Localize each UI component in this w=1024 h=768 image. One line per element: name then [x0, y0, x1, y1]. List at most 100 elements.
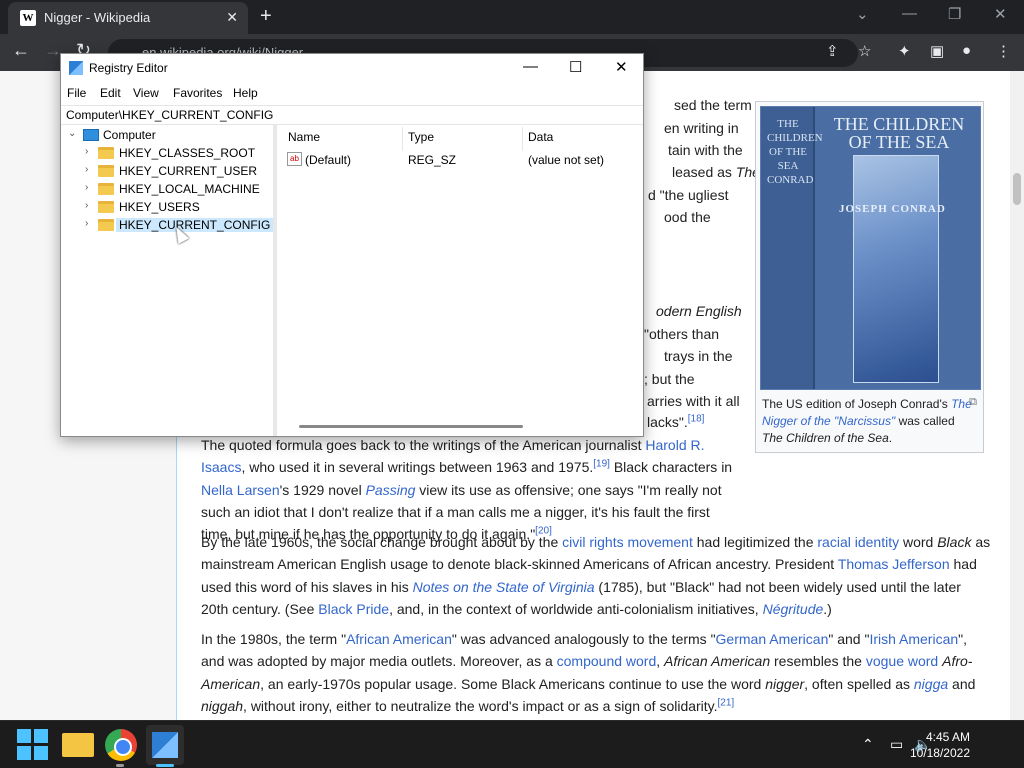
tree-item-computer[interactable]: ⌄ Computer [61, 126, 273, 144]
minimize-icon[interactable]: — [902, 5, 917, 22]
link-compound-word[interactable]: compound word [557, 653, 657, 669]
start-windows-icon[interactable] [17, 729, 49, 761]
regedit-titlebar[interactable]: Registry Editor — ☐ ✕ [61, 54, 643, 82]
text-fragment: en writing in [664, 120, 739, 136]
link-racial-identity[interactable]: racial identity [817, 534, 899, 550]
menu-file[interactable]: File [67, 86, 86, 100]
page-scrollbar[interactable] [1010, 71, 1024, 720]
link-black-pride[interactable]: Black Pride [318, 601, 389, 617]
expand-chevron-icon[interactable]: › [85, 146, 88, 157]
expand-chevron-icon[interactable]: › [85, 182, 88, 193]
link-german-american[interactable]: German American [716, 631, 829, 647]
share-icon[interactable]: ⇪ [826, 42, 839, 60]
values-horizontal-scrollbar[interactable] [299, 425, 523, 428]
file-explorer-icon[interactable] [62, 733, 94, 757]
back-icon[interactable]: ← [12, 40, 30, 61]
tab-close-icon[interactable]: ✕ [226, 9, 238, 26]
link-irish-american[interactable]: Irish American [869, 631, 958, 647]
tree-item-hkcr[interactable]: › HKEY_CLASSES_ROOT [61, 144, 273, 162]
registry-tree-pane: ⌄ Computer › HKEY_CLASSES_ROOT › HKEY_CU… [61, 125, 277, 436]
link-thomas-jefferson[interactable]: Thomas Jefferson [838, 556, 950, 572]
cover-title: THE CHILDREN OF THE SEA [833, 114, 965, 152]
regedit-maximize-icon[interactable]: ☐ [569, 58, 582, 76]
book-cover-image[interactable]: THE CHILDREN OF THE SEA CONRAD THE CHILD… [760, 106, 981, 390]
tab-title: Nigger - Wikipedia [44, 10, 151, 25]
text-fragment: leased as The [672, 164, 760, 180]
page-scrollbar-thumb[interactable] [1013, 173, 1021, 205]
regedit-close-icon[interactable]: ✕ [615, 58, 628, 76]
expand-chevron-icon[interactable]: › [85, 164, 88, 175]
citation-19[interactable]: [19] [593, 459, 610, 470]
registry-values-pane: Name Type Data ab (Default) REG_SZ (valu… [281, 125, 643, 436]
link-african-american[interactable]: African American [346, 631, 452, 647]
tree-item-hkcu[interactable]: › HKEY_CURRENT_USER [61, 162, 273, 180]
menu-help[interactable]: Help [233, 86, 258, 100]
cover-author: JOSEPH CONRAD [839, 203, 946, 215]
chrome-icon[interactable] [105, 729, 137, 761]
paragraph-quoted-formula: The quoted formula goes back to the writ… [201, 437, 733, 543]
active-indicator [156, 764, 174, 767]
text-fragment: trays in the [664, 348, 733, 364]
expand-chevron-icon[interactable]: › [85, 200, 88, 211]
link-negritude[interactable]: Négritude [763, 601, 824, 617]
column-separator[interactable] [522, 127, 523, 151]
tab-search-chevron-icon[interactable]: ⌄ [856, 5, 869, 23]
show-hidden-icons-chevron-icon[interactable]: ⌃ [862, 736, 874, 753]
spine-text: THE CHILDREN OF THE SEA CONRAD [767, 118, 823, 186]
tree-item-hku[interactable]: › HKEY_USERS [61, 198, 273, 216]
menu-kebab-icon[interactable]: ⋮ [996, 42, 1011, 60]
modern-english-link[interactable]: odern English [656, 303, 742, 319]
enlarge-icon[interactable]: ⧉ [969, 396, 977, 409]
book-spine: THE CHILDREN OF THE SEA CONRAD [761, 107, 823, 389]
image-caption: The US edition of Joseph Conrad's The Ni… [762, 397, 972, 445]
text-fragment: ood the [664, 209, 711, 225]
bookmark-star-icon[interactable]: ☆ [858, 42, 871, 60]
link-civil-rights-movement[interactable]: civil rights movement [562, 534, 693, 550]
citation-18[interactable]: [18] [688, 413, 705, 424]
computer-icon [83, 129, 99, 141]
ship-illustration [853, 155, 939, 383]
tree-item-hkcc[interactable]: › HKEY_CURRENT_CONFIG [61, 216, 274, 234]
column-header-name[interactable]: Name [288, 130, 320, 144]
regedit-title: Registry Editor [89, 61, 168, 75]
network-icon[interactable]: ▭ [890, 736, 903, 753]
column-separator[interactable] [402, 127, 403, 151]
running-indicator [116, 764, 124, 767]
text-fragment: d "the ugliest [648, 187, 729, 203]
collapse-chevron-icon[interactable]: ⌄ [68, 128, 76, 139]
registry-editor-taskbar-icon[interactable] [152, 732, 178, 758]
text-fragment: tain with the [668, 142, 743, 158]
profile-icon[interactable]: ● [962, 42, 971, 59]
value-type-cell: REG_SZ [408, 153, 457, 167]
close-window-icon[interactable]: ✕ [994, 5, 1007, 23]
tree-item-hklm[interactable]: › HKEY_LOCAL_MACHINE [61, 180, 273, 198]
regedit-address-bar[interactable]: Computer\HKEY_CURRENT_CONFIG [61, 105, 643, 125]
value-data-cell: (value not set) [528, 153, 605, 167]
link-notes-virginia[interactable]: Notes on the State of Virginia [413, 579, 595, 595]
menu-view[interactable]: View [133, 86, 159, 100]
infobox-image: THE CHILDREN OF THE SEA CONRAD THE CHILD… [755, 101, 984, 453]
extensions-puzzle-icon[interactable]: ✦ [898, 42, 911, 60]
new-tab-icon[interactable]: + [260, 5, 272, 28]
link-passing[interactable]: Passing [366, 482, 416, 498]
value-name-cell[interactable]: (Default) [305, 153, 351, 167]
expand-chevron-icon[interactable]: › [85, 218, 88, 229]
text-fragment: ; but the [644, 371, 695, 387]
side-panel-icon[interactable]: ▣ [930, 42, 944, 60]
wikipedia-favicon-icon: W [20, 10, 36, 26]
system-clock[interactable]: 4:45 AM 10/18/2022 [910, 729, 970, 761]
folder-icon [98, 165, 114, 177]
registry-editor-window: Registry Editor — ☐ ✕ File Edit View Fav… [60, 53, 644, 437]
link-vogue-word[interactable]: vogue word [866, 653, 938, 669]
menu-favorites[interactable]: Favorites [173, 86, 222, 100]
regedit-minimize-icon[interactable]: — [523, 58, 538, 75]
text-fragment: lacks".[18] [647, 413, 705, 430]
column-header-type[interactable]: Type [408, 130, 434, 144]
browser-tab[interactable]: W Nigger - Wikipedia ✕ [8, 2, 248, 34]
link-nigga[interactable]: nigga [914, 676, 948, 692]
citation-21[interactable]: [21] [718, 697, 735, 708]
column-header-data[interactable]: Data [528, 130, 553, 144]
link-nella-larsen[interactable]: Nella Larsen [201, 482, 280, 498]
restore-icon[interactable]: ❐ [948, 5, 961, 23]
menu-edit[interactable]: Edit [100, 86, 121, 100]
